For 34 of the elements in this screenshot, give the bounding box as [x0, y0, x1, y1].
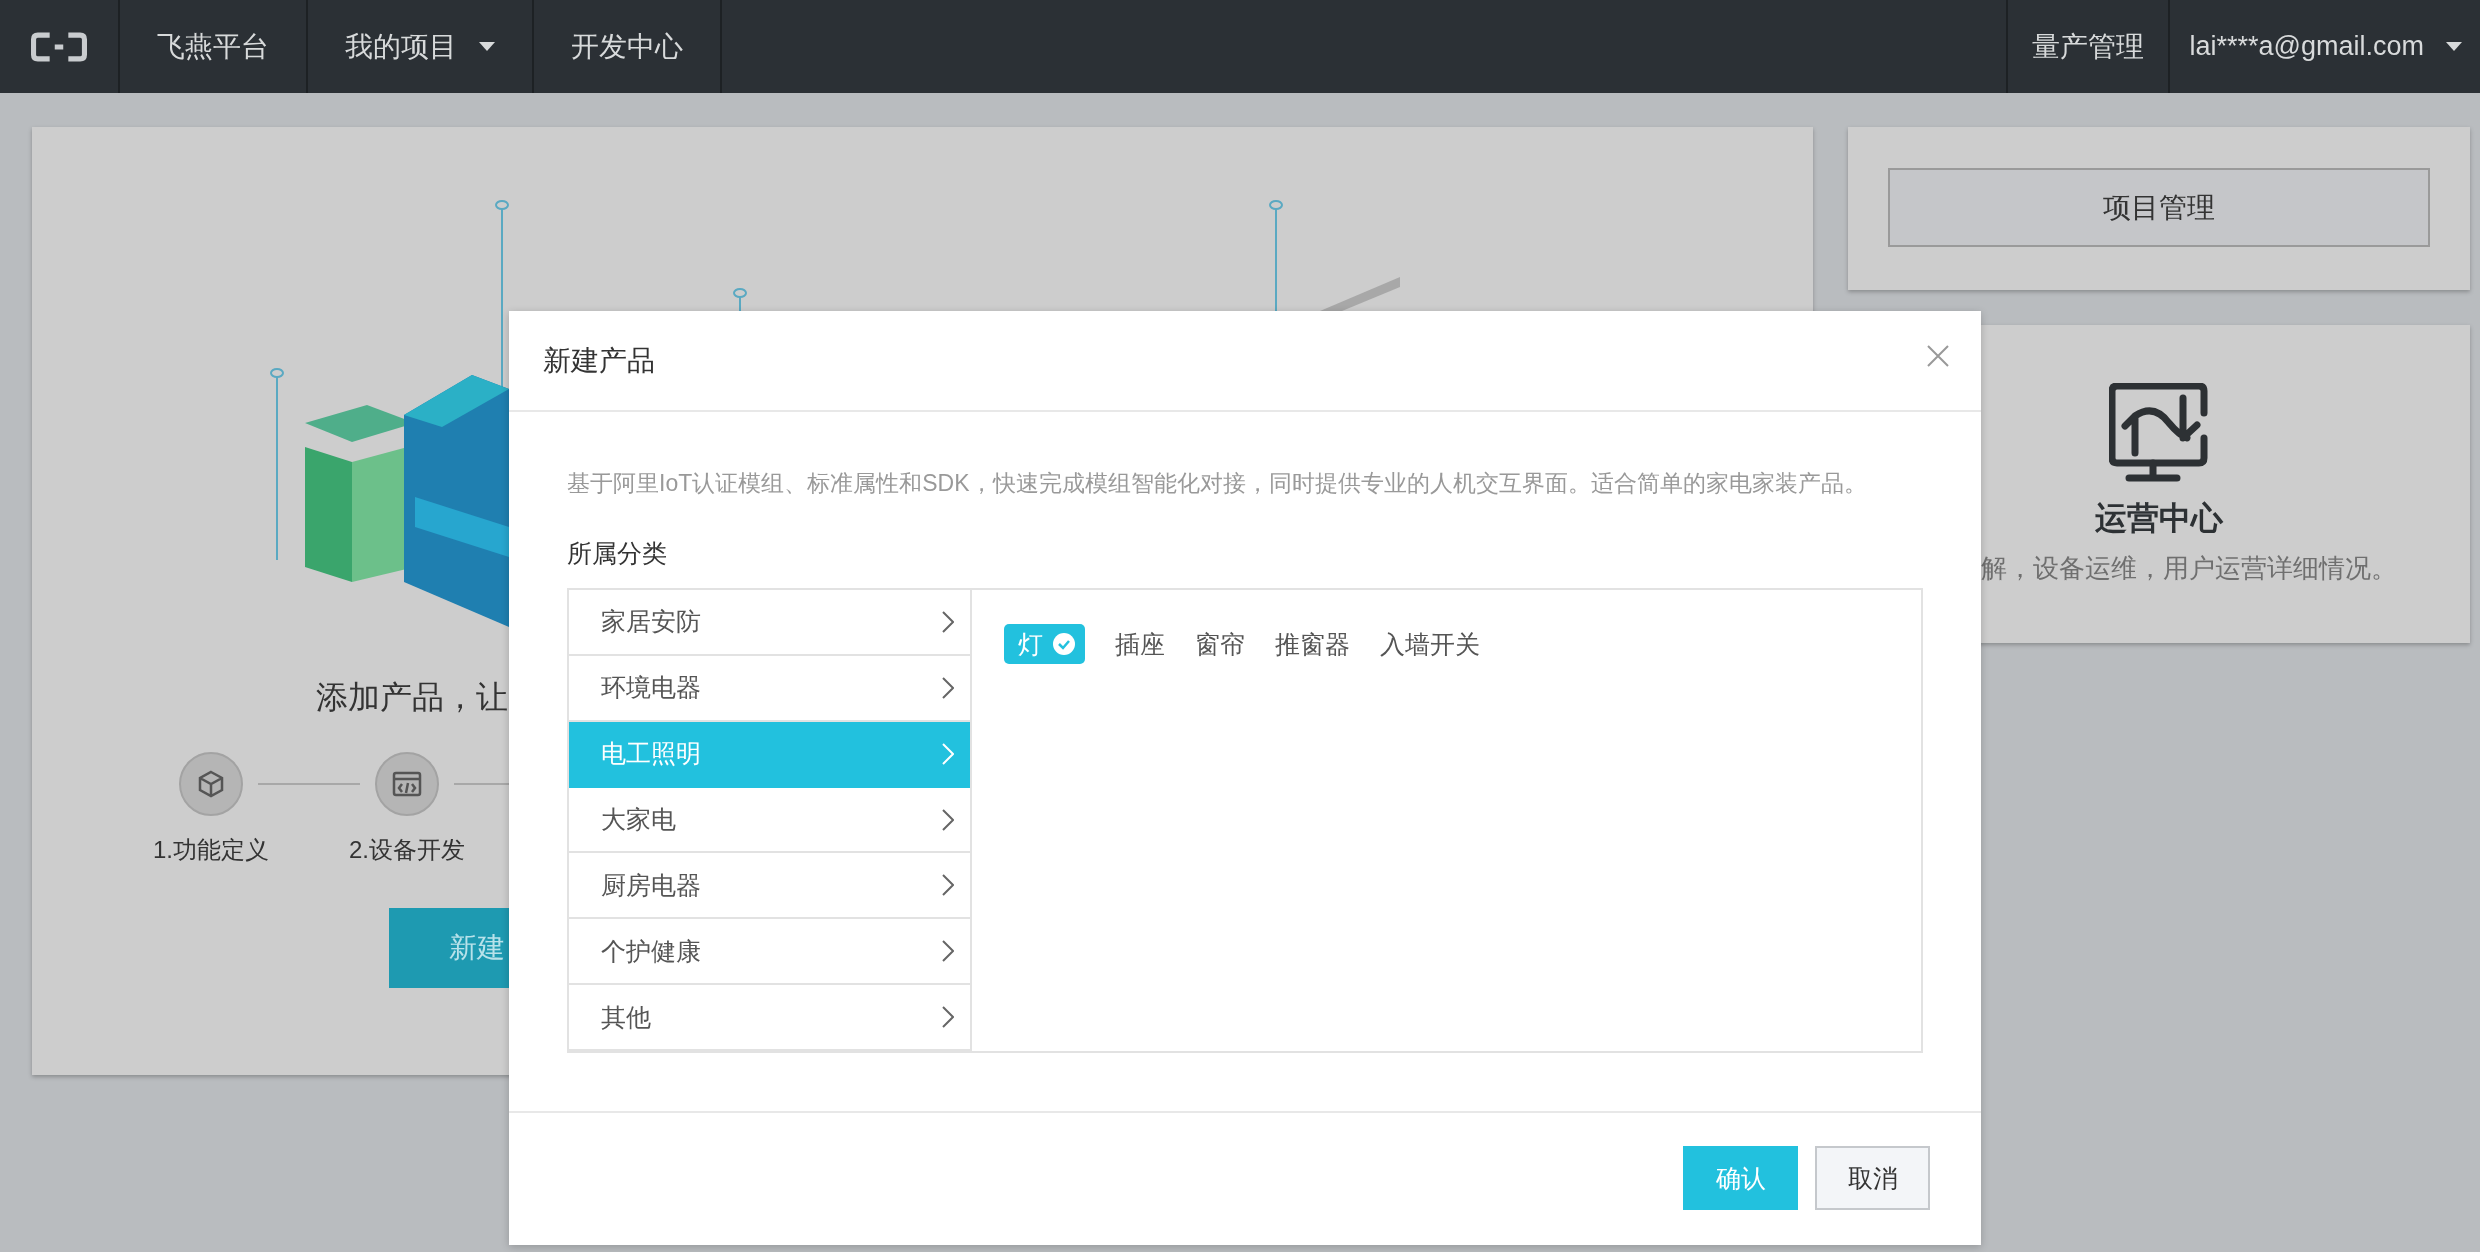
nav-item[interactable]: 我的项目	[308, 0, 534, 93]
nav-item[interactable]: 开发中心	[534, 0, 722, 93]
step-label: 1.功能定义	[153, 835, 269, 865]
close-button[interactable]	[1925, 342, 1951, 369]
logo-icon	[31, 31, 87, 62]
operations-description: 解，设备运维，用户运营详细情况。	[1980, 552, 2397, 585]
cube-icon	[179, 752, 243, 816]
chevron-icon	[942, 1006, 954, 1029]
dialog-description: 基于阿里IoT认证模组、标准属性和SDK，快速完成模组智能化对接，同时提供专业的人机交互界面。适合简单的家电家装产品。	[567, 469, 1868, 498]
chevron-icon	[942, 940, 954, 963]
subcategory-tag[interactable]: 入墙开关	[1380, 624, 1480, 664]
chevron-icon	[942, 676, 954, 699]
caret-icon	[479, 42, 495, 51]
chevron-icon	[942, 808, 954, 831]
subcategory-tag[interactable]: 推窗器	[1275, 624, 1350, 664]
intro-headline: 添加产品，让	[316, 678, 508, 717]
operations-title: 运营中心	[2095, 499, 2223, 538]
subcategory-tag[interactable]: 窗帘	[1195, 624, 1245, 664]
step-label: 2.设备开发	[349, 835, 465, 865]
code-window-icon	[375, 752, 439, 816]
dialog-title: 新建产品	[543, 343, 655, 378]
nav-item[interactable]: 飞燕平台	[120, 0, 308, 93]
monitor-chart-icon	[2109, 383, 2209, 483]
check-icon	[1053, 633, 1075, 655]
nav-item[interactable]: 量产管理	[2005, 0, 2168, 93]
subcategory-tag[interactable]: 插座	[1115, 624, 1165, 664]
chevron-icon	[942, 742, 954, 765]
nav-item[interactable]: lai****a@gmail.com	[2167, 0, 2480, 93]
chevron-icon	[942, 874, 954, 897]
cancel-button[interactable]: 取消	[1815, 1146, 1930, 1210]
chevron-icon	[942, 610, 954, 633]
project-management-button[interactable]: 项目管理	[1888, 168, 2430, 247]
category-label: 所属分类	[567, 538, 668, 569]
caret-icon	[2446, 42, 2462, 51]
